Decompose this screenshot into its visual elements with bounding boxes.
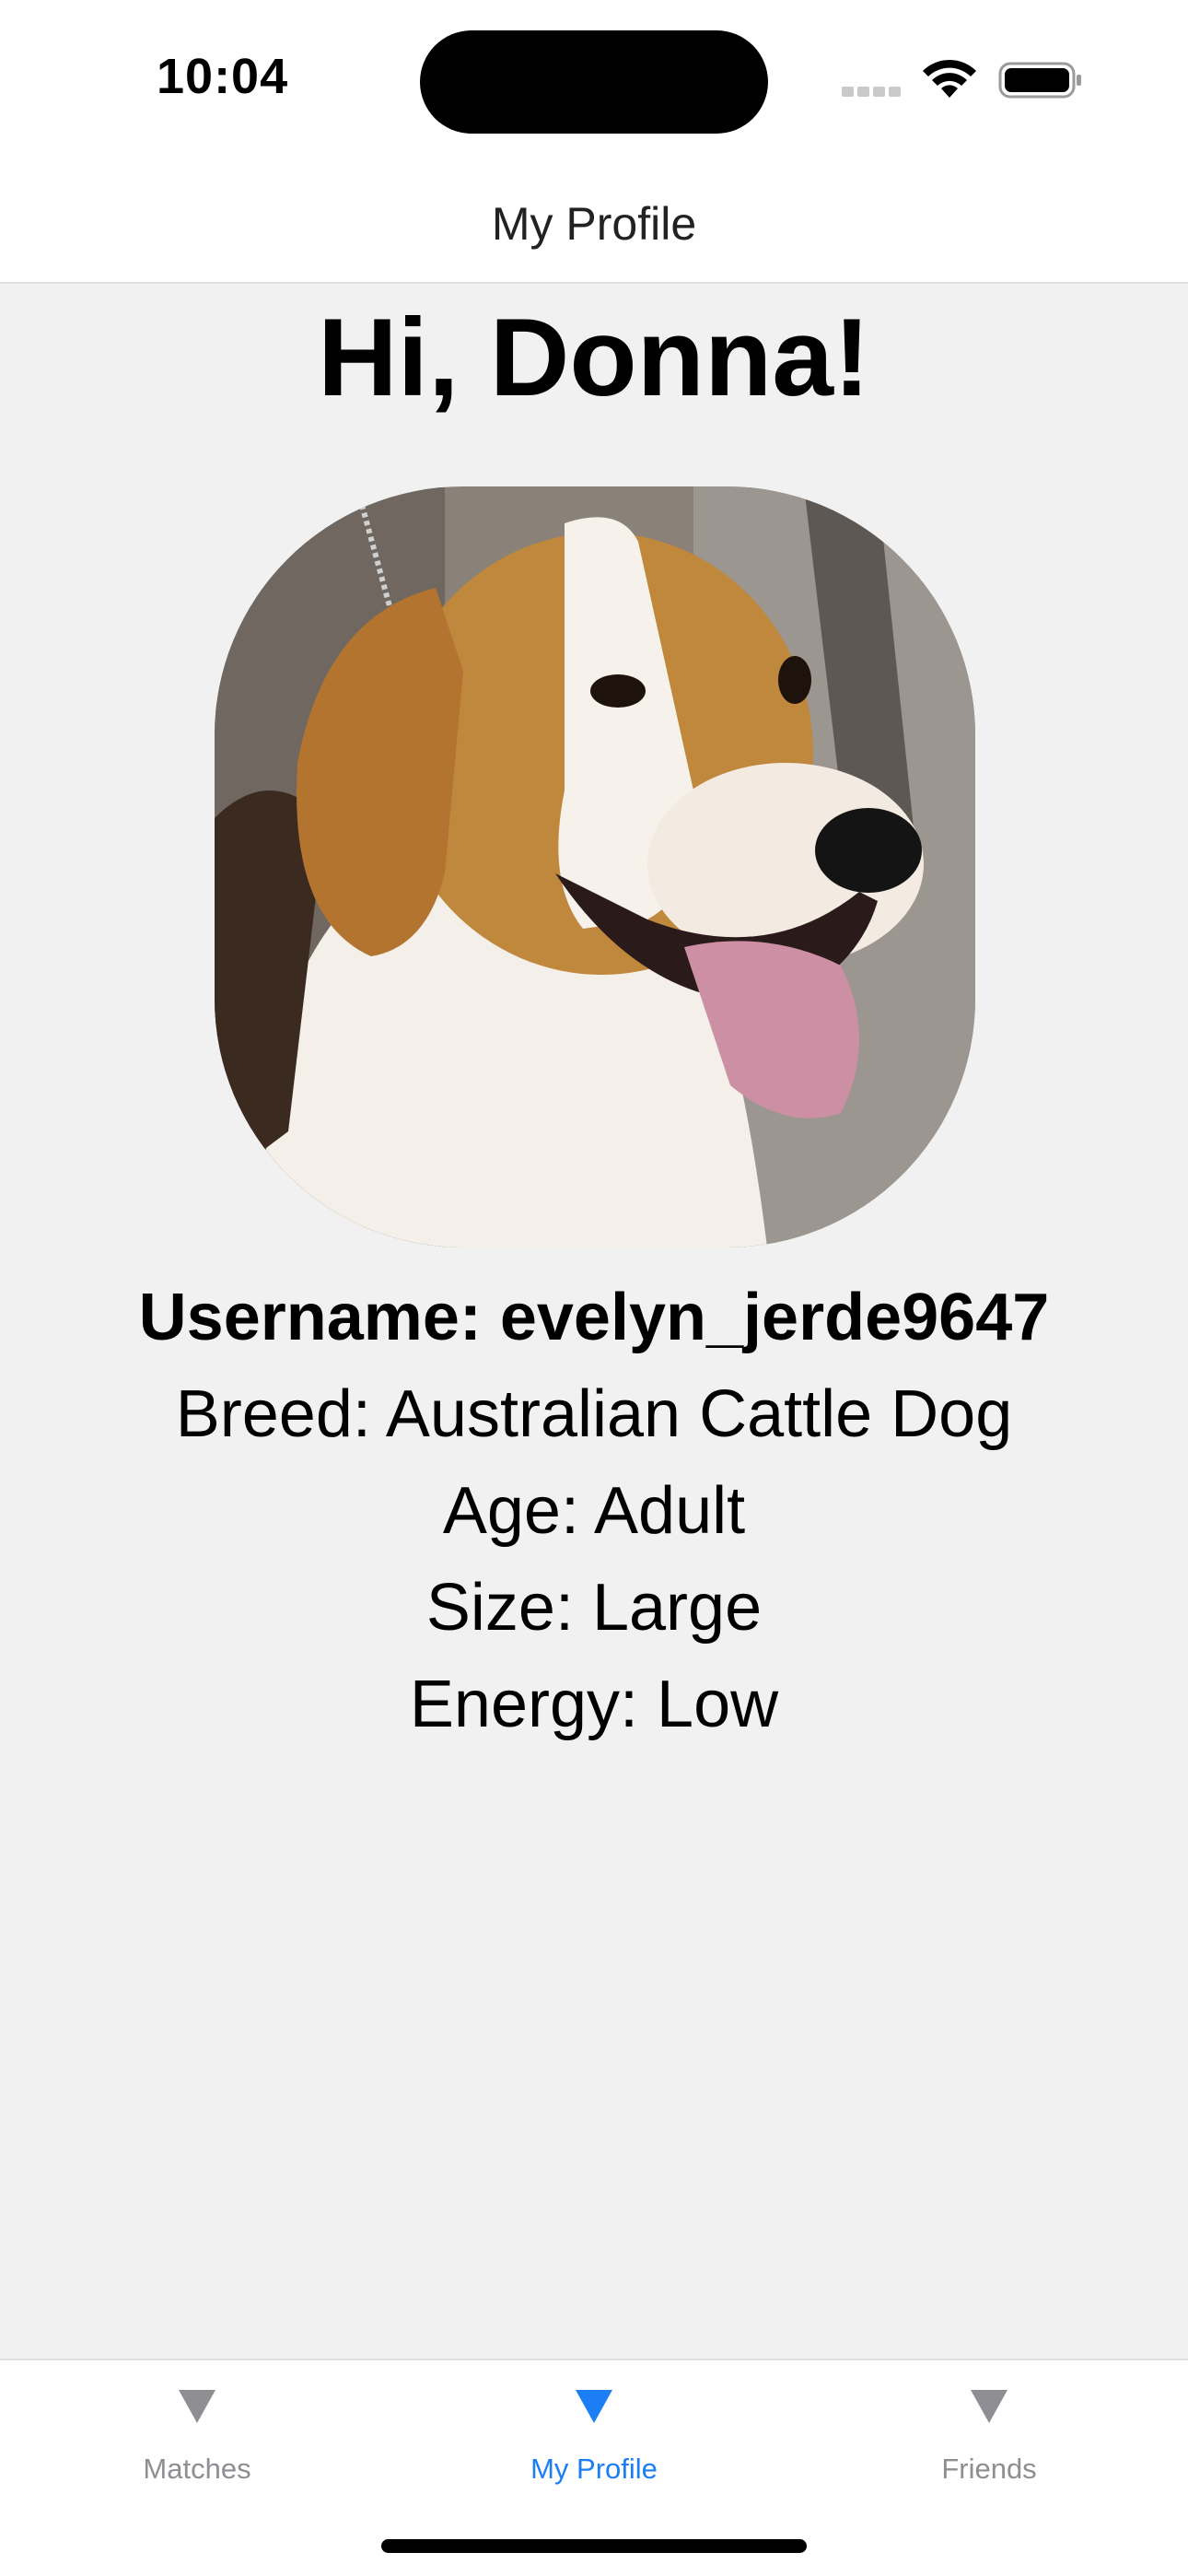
tab-matches[interactable]: Matches bbox=[59, 2388, 335, 2486]
status-time: 10:04 bbox=[157, 49, 289, 104]
tab-label: Friends bbox=[941, 2453, 1037, 2485]
energy-text: Energy: Low bbox=[409, 1668, 779, 1741]
tab-label: My Profile bbox=[530, 2453, 658, 2485]
navigation-bar: My Profile bbox=[0, 166, 1188, 284]
profile-photo bbox=[215, 486, 975, 1247]
cellular-signal-icon bbox=[842, 85, 906, 98]
tab-friends[interactable]: Friends bbox=[851, 2388, 1127, 2486]
status-bar: 10:04 bbox=[0, 0, 1188, 166]
age-text: Age: Adult bbox=[442, 1474, 746, 1548]
battery-icon bbox=[998, 62, 1081, 99]
wifi-icon bbox=[923, 59, 976, 98]
size-text: Size: Large bbox=[425, 1571, 763, 1645]
triangle-down-icon bbox=[576, 2390, 612, 2423]
page-title: My Profile bbox=[491, 198, 697, 250]
triangle-down-icon bbox=[179, 2390, 215, 2423]
dynamic-island bbox=[420, 30, 768, 134]
dog-photo-icon bbox=[215, 486, 975, 1247]
username-text: Username: evelyn_jerde9647 bbox=[138, 1281, 1050, 1354]
breed-text: Breed: Australian Cattle Dog bbox=[175, 1377, 1013, 1451]
tab-label: Matches bbox=[143, 2453, 251, 2485]
tab-my-profile[interactable]: My Profile bbox=[456, 2388, 732, 2486]
greeting-heading: Hi, Donna! bbox=[318, 296, 870, 419]
home-indicator[interactable] bbox=[381, 2539, 807, 2553]
triangle-down-icon bbox=[971, 2390, 1007, 2423]
